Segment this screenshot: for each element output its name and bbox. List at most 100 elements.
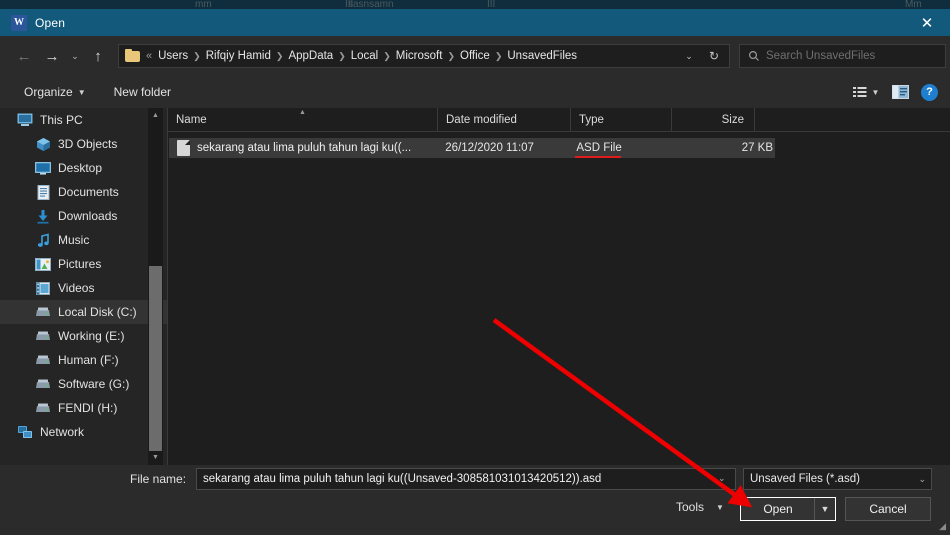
cell-name: sekarang atau lima puluh tahun lagi ku((… xyxy=(197,142,412,154)
scroll-up-icon[interactable]: ▲ xyxy=(148,108,163,123)
open-button[interactable]: Open ▼ xyxy=(740,497,836,521)
sidebar-item-fendi-h[interactable]: FENDI (H:) xyxy=(0,396,168,420)
sidebar-item-label: Working (E:) xyxy=(58,329,125,343)
breadcrumb-overflow[interactable]: « xyxy=(144,50,154,62)
documents-icon xyxy=(35,184,51,200)
chevron-right-icon[interactable]: ❯ xyxy=(337,51,347,62)
sidebar-item-software-g[interactable]: Software (G:) xyxy=(0,372,168,396)
cell-date-modified: 26/12/2020 11:07 xyxy=(445,142,534,154)
sidebar-item-this-pc[interactable]: This PC xyxy=(0,108,168,132)
sidebar-item-human-f[interactable]: Human (F:) xyxy=(0,348,168,372)
breadcrumb-item-appdata[interactable]: AppData xyxy=(284,50,337,62)
breadcrumb-item-unsavedfiles[interactable]: UnsavedFiles xyxy=(503,50,581,62)
address-bar[interactable]: « Users ❯ Rifqiy Hamid ❯ AppData ❯ Local… xyxy=(118,44,730,68)
sidebar-item-label: Human (F:) xyxy=(58,353,119,367)
resize-grip-icon[interactable]: ◢ xyxy=(939,521,946,532)
chevron-right-icon[interactable]: ❯ xyxy=(446,51,456,62)
sidebar-item-videos[interactable]: Videos xyxy=(0,276,168,300)
sort-indicator-icon: ▲ xyxy=(299,109,306,116)
drive-icon xyxy=(35,304,51,320)
breadcrumb-item-rifqiy-hamid[interactable]: Rifqiy Hamid xyxy=(202,50,275,62)
column-header-name[interactable]: ▲ Name xyxy=(168,108,438,132)
drive-icon xyxy=(35,400,51,416)
recent-locations-button[interactable]: ⌄ xyxy=(66,42,84,70)
sidebar-item-label: Pictures xyxy=(58,257,102,271)
close-icon[interactable]: ✕ xyxy=(904,9,950,36)
help-icon[interactable]: ? xyxy=(921,83,938,101)
table-row[interactable]: sekarang atau lima puluh tahun lagi ku((… xyxy=(169,138,775,158)
videos-icon xyxy=(35,280,51,296)
cell-type-text: ASD File xyxy=(576,142,622,154)
sidebar-item-downloads[interactable]: Downloads xyxy=(0,204,168,228)
sidebar-item-label: Software (G:) xyxy=(58,377,130,391)
sidebar-item-3d-objects[interactable]: 3D Objects xyxy=(0,132,168,156)
navigation-pane: This PC 3D Objects Desktop Documents Downloa… xyxy=(0,108,168,465)
scroll-down-icon[interactable]: ▼ xyxy=(148,450,163,465)
breadcrumb-item-local[interactable]: Local xyxy=(347,50,383,62)
address-dropdown-icon[interactable]: ⌄ xyxy=(679,45,699,67)
sidebar-item-label: Downloads xyxy=(58,209,118,223)
cell-size: 27 KB xyxy=(741,142,774,154)
breadcrumb-item-microsoft[interactable]: Microsoft xyxy=(392,50,447,62)
column-header-type[interactable]: Type xyxy=(571,108,672,132)
chevron-right-icon[interactable]: ❯ xyxy=(494,51,504,62)
up-button[interactable]: ↑ xyxy=(84,42,112,70)
sidebar-item-label: FENDI (H:) xyxy=(58,401,118,415)
sidebar-item-pictures[interactable]: Pictures xyxy=(0,252,168,276)
chevron-right-icon[interactable]: ❯ xyxy=(192,51,202,62)
command-bar: Organize ▼ New folder ▼ ? xyxy=(0,76,950,108)
column-header-label: Name xyxy=(176,114,207,126)
downloads-icon xyxy=(35,208,51,224)
column-header-label: Type xyxy=(579,114,604,126)
file-name-dropdown-icon[interactable]: ⌄ xyxy=(718,473,726,484)
column-header-size[interactable]: Size xyxy=(672,108,755,132)
chevron-right-icon[interactable]: ❯ xyxy=(382,51,392,62)
view-options-icon[interactable]: ▼ xyxy=(852,80,879,104)
drive-icon xyxy=(35,376,51,392)
sidebar-scrollbar[interactable]: ▲ ▼ xyxy=(148,108,163,465)
sidebar-item-documents[interactable]: Documents xyxy=(0,180,168,204)
breadcrumb-item-office[interactable]: Office xyxy=(456,50,494,62)
new-folder-button[interactable]: New folder xyxy=(107,82,178,102)
forward-button[interactable]: → xyxy=(38,42,66,70)
scrollbar-thumb[interactable] xyxy=(149,266,162,451)
open-file-dialog: mm III sasnsamn III Mm W Open ✕ ← → ⌄ ↑ … xyxy=(0,0,950,535)
sidebar-item-local-disk-c[interactable]: Local Disk (C:) xyxy=(0,300,168,324)
sidebar-item-label: Local Disk (C:) xyxy=(58,305,137,319)
back-button[interactable]: ← xyxy=(10,42,38,70)
drive-icon xyxy=(35,328,51,344)
open-dropdown-icon[interactable]: ▼ xyxy=(814,498,835,520)
network-icon xyxy=(17,424,33,440)
organize-label: Organize xyxy=(24,85,73,99)
preview-pane-icon[interactable] xyxy=(887,80,913,104)
word-icon: W xyxy=(11,14,27,31)
file-list-pane: ▲ Name Date modified Type Size sekarang atau… xyxy=(168,108,950,465)
refresh-icon[interactable]: ↻ xyxy=(703,45,725,67)
sidebar-item-label: Network xyxy=(40,425,85,439)
computer-icon xyxy=(17,112,33,128)
sidebar-item-label: Documents xyxy=(58,185,119,199)
chevron-down-icon: ▼ xyxy=(77,87,86,97)
chevron-down-icon: ⌄ xyxy=(918,473,926,484)
sidebar-item-music[interactable]: Music xyxy=(0,228,168,252)
search-box[interactable]: Search UnsavedFiles xyxy=(739,44,946,68)
open-button-label[interactable]: Open xyxy=(741,498,815,520)
column-header-date-modified[interactable]: Date modified xyxy=(438,108,571,132)
file-name-input[interactable] xyxy=(196,468,736,490)
sidebar-item-network[interactable]: Network xyxy=(0,420,168,444)
sidebar-item-working-e[interactable]: Working (E:) xyxy=(0,324,168,348)
file-type-dropdown[interactable]: Unsaved Files (*.asd) ⌄ xyxy=(743,468,932,490)
cancel-button[interactable]: Cancel xyxy=(845,497,931,521)
breadcrumb-item-users[interactable]: Users xyxy=(154,50,192,62)
sidebar-item-label: Videos xyxy=(58,281,95,295)
chevron-right-icon[interactable]: ❯ xyxy=(275,51,285,62)
search-icon xyxy=(748,50,760,62)
pictures-icon xyxy=(35,256,51,272)
search-input[interactable]: Search UnsavedFiles xyxy=(766,50,875,62)
navigation-bar: ← → ⌄ ↑ « Users ❯ Rifqiy Hamid ❯ AppData… xyxy=(0,36,950,76)
tools-button[interactable]: Tools ▼ xyxy=(676,500,724,514)
organize-button[interactable]: Organize ▼ xyxy=(17,82,93,102)
column-header-label: Date modified xyxy=(446,114,517,126)
column-headers: ▲ Name Date modified Type Size xyxy=(168,108,950,132)
sidebar-item-desktop[interactable]: Desktop xyxy=(0,156,168,180)
